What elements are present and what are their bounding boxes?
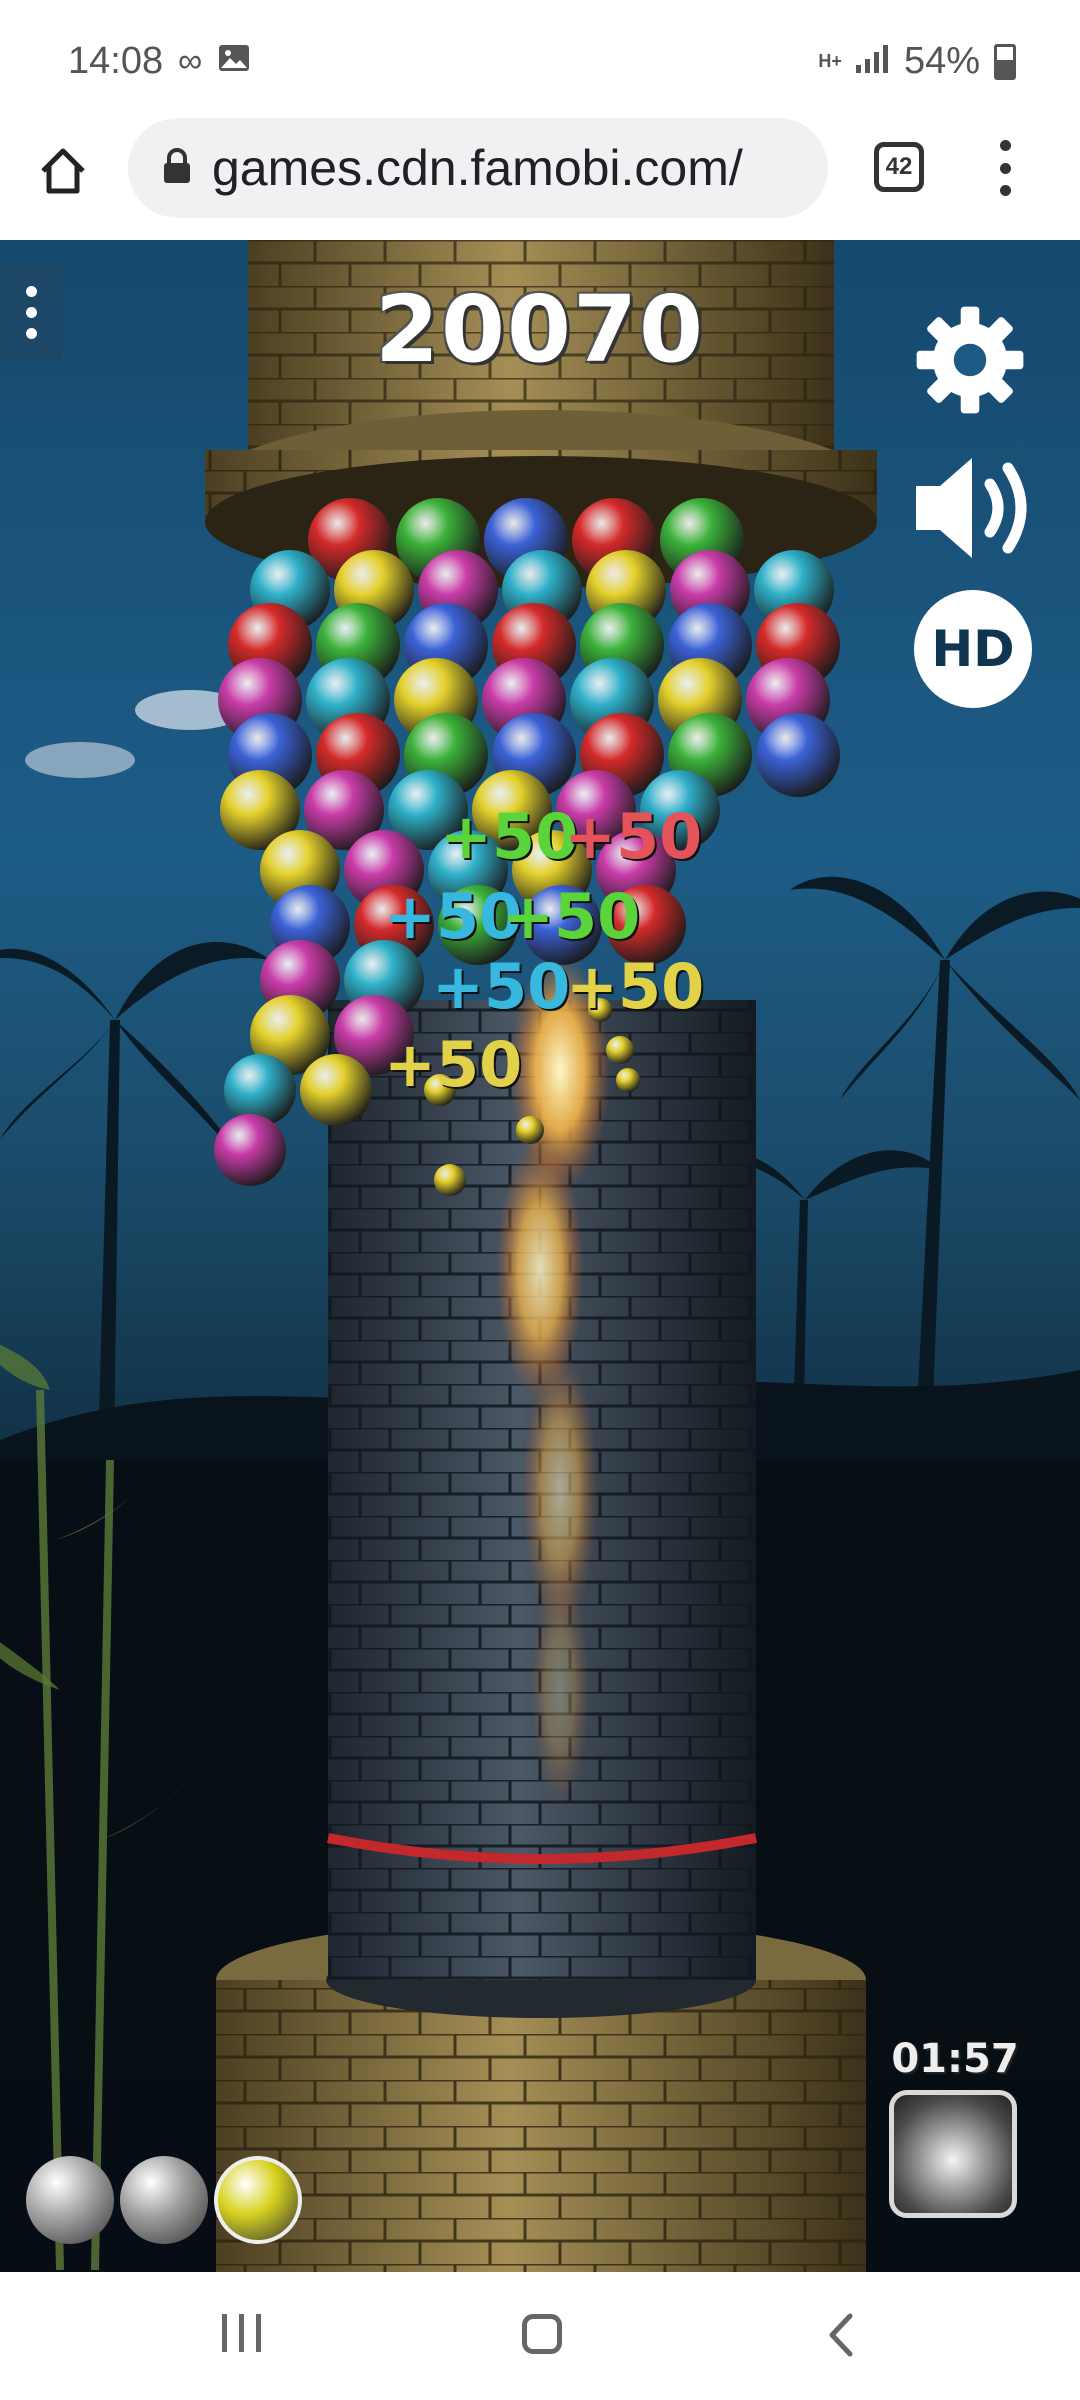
status-bar: 14:08 ∞ H+ 54% (0, 0, 1080, 120)
gear-icon (916, 306, 1024, 414)
system-nav-bar (0, 2272, 1080, 2400)
ball-fragment (606, 1036, 634, 1064)
current-ball[interactable] (214, 2156, 302, 2244)
next-ball (120, 2156, 208, 2244)
address-bar[interactable]: games.cdn.famobi.com/ (128, 118, 828, 218)
home-nav-button[interactable] (522, 2314, 562, 2354)
home-icon (41, 148, 85, 194)
ball-fragment (434, 1164, 466, 1196)
browser-toolbar: games.cdn.famobi.com/ 42 (0, 118, 1080, 240)
image-icon (218, 42, 250, 81)
recents-button[interactable] (222, 2314, 261, 2352)
game-canvas[interactable]: 20070 HD +50 +50 +50 +50 +50 +50 +50 01:… (0, 240, 1080, 2272)
bubble (224, 1054, 296, 1126)
signal-icon (855, 40, 890, 83)
back-button[interactable] (826, 2312, 856, 2363)
ball-fragment (516, 1116, 544, 1144)
status-right: H+ 54% (818, 40, 1016, 83)
sound-button[interactable] (910, 450, 1036, 566)
status-left-icons: ∞ (178, 42, 250, 81)
battery-icon (994, 43, 1016, 80)
points-popup: +50 (502, 880, 641, 953)
back-icon (829, 2313, 853, 2357)
lock-icon (162, 147, 192, 189)
url-text: games.cdn.famobi.com/ (212, 140, 743, 196)
battery-text: 54% (903, 40, 980, 82)
settings-button[interactable] (912, 302, 1030, 420)
bubble (756, 713, 840, 797)
hd-toggle-button[interactable]: HD (914, 590, 1032, 708)
infinity-icon: ∞ (178, 42, 203, 80)
points-popup: +50 (384, 1028, 523, 1101)
cloud (25, 742, 135, 778)
bubble (214, 1114, 286, 1186)
powerup-button[interactable] (889, 2090, 1017, 2218)
points-popup: +50 (566, 950, 705, 1023)
bubble (300, 1054, 372, 1126)
more-options-button[interactable] (990, 140, 1020, 196)
points-popup: +50 (564, 800, 703, 873)
home-button[interactable] (28, 136, 98, 206)
ball-fragment (616, 1068, 640, 1092)
network-type: H+ (818, 51, 842, 71)
status-time: 14:08 (68, 40, 164, 82)
points-popup: +50 (440, 800, 579, 873)
speaker-icon (916, 458, 1027, 558)
points-popup: +50 (432, 950, 571, 1023)
next-ball (26, 2156, 114, 2244)
tab-switcher-button[interactable]: 42 (874, 142, 924, 192)
timer: 01:57 (891, 2036, 1019, 2082)
